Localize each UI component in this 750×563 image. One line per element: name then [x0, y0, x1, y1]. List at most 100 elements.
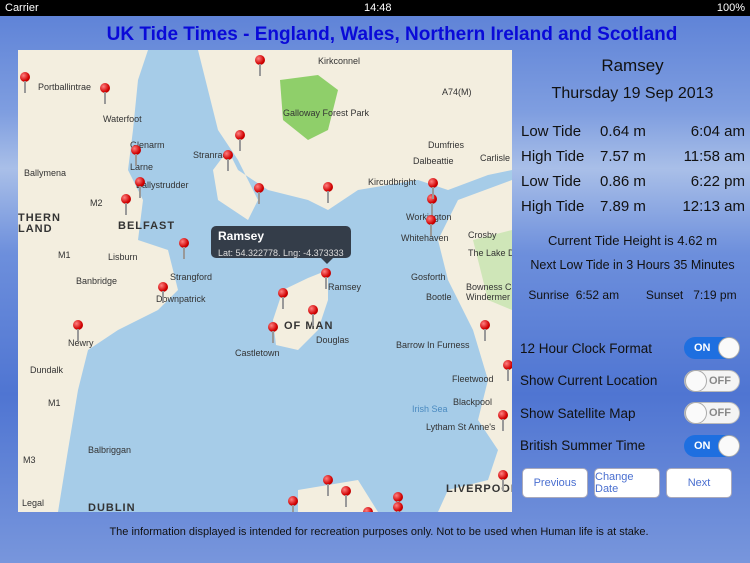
- map-label: Bootle: [426, 292, 452, 302]
- sunrise-time: 6:52 am: [575, 288, 620, 302]
- tide-station-pin[interactable]: [223, 150, 233, 171]
- tide-station-pin[interactable]: [121, 194, 131, 215]
- tide-type: High Tide: [521, 148, 585, 165]
- map-label: Barrow In Furness: [396, 340, 470, 350]
- map-label: Windermer: [466, 292, 511, 302]
- tide-height: 7.57 m: [600, 148, 646, 165]
- map-label: Lytham St Anne's: [426, 422, 496, 432]
- sunset-label: Sunset: [645, 288, 684, 302]
- tide-station-pin[interactable]: [20, 72, 30, 93]
- tide-station-pin[interactable]: [255, 55, 265, 76]
- map-view[interactable]: Portballintrae Waterfoot Glenarm Larne Bally…: [18, 50, 512, 512]
- tide-table: Low Tide 0.64 m 6:04 am High Tide 7.57 m 11:…: [515, 119, 750, 219]
- tide-station-pin[interactable]: [498, 470, 508, 491]
- tide-station-pin[interactable]: [341, 486, 351, 507]
- tide-station-pin[interactable]: [254, 183, 264, 204]
- toggle-12-hour[interactable]: ON: [684, 337, 740, 360]
- map-label: DUBLIN: [88, 502, 136, 512]
- tide-station-pin[interactable]: [503, 360, 512, 381]
- map-label: A74(M): [442, 87, 472, 97]
- setting-satellite: Show Satellite Map OFF: [515, 397, 750, 430]
- map-label: Portballintrae: [38, 82, 92, 92]
- tide-time: 6:04 am: [690, 123, 745, 140]
- tide-station-pin[interactable]: [321, 268, 331, 289]
- tide-time: 11:58 am: [683, 148, 745, 165]
- map-label: Blackpool: [453, 397, 493, 407]
- previous-button[interactable]: Previous: [522, 468, 588, 498]
- map-label: M3: [23, 455, 36, 465]
- map-label: Larne: [130, 162, 154, 172]
- map-label: Dumfries: [428, 140, 465, 150]
- toggle-bst[interactable]: ON: [684, 434, 740, 457]
- tide-type: Low Tide: [521, 123, 582, 140]
- tide-station-pin[interactable]: [235, 130, 245, 151]
- settings: 12 Hour Clock Format ON Show Current Loca…: [515, 332, 750, 462]
- map-label: The Lake D: [468, 248, 512, 258]
- next-tide: Next Low Tide in 3 Hours 35 Minutes: [530, 258, 735, 272]
- tide-station-pin[interactable]: [135, 177, 145, 198]
- map-label: Kirkconnel: [318, 56, 361, 66]
- tide-station-pin[interactable]: [393, 502, 403, 512]
- date-label: Thursday 19 Sep 2013: [551, 85, 714, 102]
- map-label: Balbriggan: [88, 445, 132, 455]
- tide-station-pin[interactable]: [498, 410, 508, 431]
- map-label: Irish Sea: [412, 404, 448, 414]
- map-callout[interactable]: Ramsey Lat: 54.322778. Lng: -4.373333: [211, 226, 351, 264]
- toggle-current-location[interactable]: OFF: [684, 369, 740, 392]
- tide-row: Low Tide 0.86 m 6:22 pm: [515, 169, 750, 194]
- map-label: Douglas: [316, 335, 350, 345]
- map-label: Banbridge: [76, 276, 118, 286]
- tide-time: 12:13 am: [682, 198, 745, 215]
- tide-station-pin[interactable]: [158, 282, 168, 303]
- tide-type: High Tide: [521, 198, 585, 215]
- setting-label: British Summer Time: [520, 438, 646, 454]
- tide-station-pin[interactable]: [268, 322, 278, 343]
- tide-height: 0.86 m: [600, 173, 646, 190]
- tide-station-pin[interactable]: [393, 492, 403, 512]
- tide-station-pin[interactable]: [278, 288, 288, 309]
- disclaimer: The information displayed is intended fo…: [109, 526, 649, 538]
- app-title: UK Tide Times - England, Wales, Northern…: [106, 24, 678, 45]
- tide-station-pin[interactable]: [323, 475, 333, 496]
- map-label: Kircudbright: [368, 177, 417, 187]
- status-bar: Carrier 14:48 100%: [0, 0, 750, 16]
- tide-station-pin[interactable]: [480, 320, 490, 341]
- map-label: OF MAN: [284, 320, 334, 332]
- tide-height: 0.64 m: [600, 123, 646, 140]
- tide-station-pin[interactable]: [288, 496, 298, 512]
- tide-station-pin[interactable]: [363, 507, 373, 512]
- setting-label: Show Current Location: [520, 373, 658, 389]
- clock: 14:48: [363, 2, 392, 14]
- next-button[interactable]: Next: [666, 468, 732, 498]
- change-date-button[interactable]: Change Date: [594, 468, 660, 498]
- tide-station-pin[interactable]: [100, 83, 110, 104]
- location-name: Ramsey: [601, 56, 664, 75]
- sun-times: Sunrise 6:52 am Sunset 7:19 pm: [515, 288, 750, 302]
- tide-station-pin[interactable]: [131, 145, 141, 166]
- tide-time: 6:22 pm: [690, 173, 745, 190]
- map-label: Galloway Forest Park: [283, 108, 370, 118]
- tide-row: Low Tide 0.64 m 6:04 am: [515, 119, 750, 144]
- tide-station-pin[interactable]: [323, 182, 333, 203]
- tide-station-pin[interactable]: [73, 320, 83, 341]
- tide-station-pin[interactable]: [426, 215, 436, 236]
- setting-current-location: Show Current Location OFF: [515, 365, 750, 398]
- tide-station-pin[interactable]: [308, 305, 318, 326]
- tide-type: Low Tide: [521, 173, 582, 190]
- map-label: M2: [90, 198, 103, 208]
- tide-station-pin[interactable]: [428, 178, 438, 199]
- tide-station-pin[interactable]: [179, 238, 189, 259]
- toggle-satellite[interactable]: OFF: [684, 402, 740, 425]
- map-label: Gosforth: [411, 272, 446, 282]
- map-label: Castletown: [235, 348, 280, 358]
- tide-height: 7.89 m: [600, 198, 646, 215]
- map-label: M1: [58, 250, 71, 260]
- map-label: Strangford: [170, 272, 213, 282]
- nav-buttons: Previous Change Date Next: [515, 468, 750, 498]
- setting-12-hour: 12 Hour Clock Format ON: [515, 332, 750, 365]
- toggle-state: OFF: [709, 407, 731, 420]
- tide-row: High Tide 7.89 m 12:13 am: [515, 194, 750, 219]
- current-tide-height: Current Tide Height is 4.62 m: [547, 233, 718, 248]
- toggle-state: ON: [694, 439, 711, 452]
- map-label: LAND: [18, 223, 53, 235]
